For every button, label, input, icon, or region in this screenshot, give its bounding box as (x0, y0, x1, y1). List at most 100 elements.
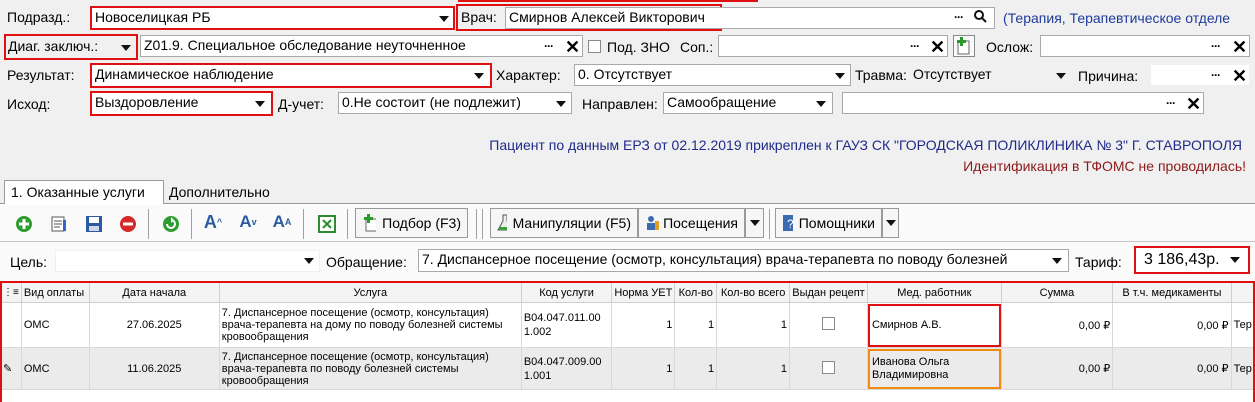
manipulyacii-button[interactable]: Манипуляции (F5) (490, 208, 638, 238)
travma-dropdown-arrow[interactable] (1056, 73, 1066, 79)
oslozh-clear-button[interactable]: ✕ (1232, 38, 1247, 56)
cel-dropdown-arrow[interactable] (304, 258, 314, 264)
recept-checkbox[interactable] (821, 360, 835, 374)
refresh-icon[interactable] (161, 214, 181, 234)
vrach-more-button[interactable]: ··· (954, 10, 964, 24)
tab-additional-label: Дополнительно (169, 184, 270, 200)
column-header[interactable]: Услуга (218, 282, 522, 303)
column-header[interactable]: Мед. работник (866, 282, 1002, 303)
cell-kod: B04.047.009.001.001 (520, 347, 613, 390)
column-header[interactable]: Сумма (1000, 282, 1114, 303)
cell-usluga: 7. Диспансерное посещение (осмотр, консу… (218, 302, 522, 348)
column-header[interactable]: В т.ч. медикаменты (1112, 282, 1232, 303)
cel-label: Цель: (10, 254, 48, 270)
font-reset-icon[interactable]: AA (272, 212, 292, 232)
column-header[interactable]: Кол-во всего (716, 282, 790, 303)
rezult-value: Динамическое наблюдение (95, 66, 274, 82)
tab-additional[interactable]: Дополнительно (163, 181, 276, 205)
add-sop-icon[interactable] (953, 35, 975, 57)
travma-select[interactable]: Отсутствует (911, 64, 1073, 86)
cell-date: 11.06.2025 (88, 347, 220, 390)
grid-header: ⋮≡ Вид оплаты Дата начала Услуга Код усл… (0, 282, 1255, 303)
vrach-field[interactable]: Смирнов Алексей Викторович (505, 7, 995, 29)
column-header[interactable]: Кол-во (674, 282, 718, 303)
recept-checkbox[interactable] (821, 317, 835, 330)
services-panel-border (0, 241, 1255, 242)
save-icon[interactable] (84, 214, 104, 234)
column-header[interactable]: Вид оплаты (20, 282, 90, 303)
napravlen-dropdown-arrow[interactable] (816, 101, 826, 107)
napravlen-select[interactable]: Самообращение (663, 92, 833, 114)
diag-more-button[interactable]: ··· (544, 39, 554, 53)
ishod-select[interactable]: Выздоровление (90, 91, 273, 116)
poseshcheniya-dropdown-button[interactable] (745, 208, 764, 238)
med-worker-highlight: Смирнов А.В. (868, 303, 1001, 347)
ducheat-label: Д-учет: (278, 96, 325, 112)
diag-field[interactable]: Z01.9. Специальное обследование неуточне… (140, 35, 583, 57)
harakter-dropdown-arrow[interactable] (835, 73, 845, 79)
font-increase-icon[interactable]: A ^ (203, 212, 223, 232)
ducheat-select[interactable]: 0.Не состоит (не подлежит) (338, 92, 572, 114)
cell-vid-oplaty: ОМС (20, 347, 90, 390)
rezult-dropdown-arrow[interactable] (474, 73, 484, 79)
delete-icon[interactable] (118, 214, 138, 234)
oslozh-more-button[interactable]: ··· (1211, 39, 1221, 53)
podrazd-select[interactable]: Новоселицкая РБ (90, 6, 455, 30)
column-menu-icon[interactable]: ⋮≡ (0, 282, 22, 303)
diag-clear-button[interactable]: ✕ (565, 38, 580, 56)
cell-med-worker[interactable]: Смирнов А.В. (866, 302, 1002, 348)
obrashchenie-select[interactable]: 7. Диспансерное посещение (осмотр, консу… (418, 249, 1069, 272)
column-header[interactable]: Дата начала (88, 282, 220, 303)
tab-provided-services[interactable]: 1. Оказанные услуги (4, 180, 164, 204)
svg-text:?: ? (787, 217, 793, 231)
ishod-dropdown-arrow[interactable] (255, 101, 265, 107)
vrach-search-icon[interactable] (973, 9, 987, 26)
cell-medikamenty: 0,00 ₽ (1112, 302, 1232, 348)
ducheat-dropdown-arrow[interactable] (556, 101, 566, 107)
table-row[interactable]: ✎ ОМС 11.06.2025 7. Диспансерное посещен… (0, 347, 1255, 390)
pomoshchniki-dropdown-button[interactable] (882, 208, 899, 238)
edit-document-icon[interactable] (49, 214, 69, 234)
med-worker-name: Иванова Ольга Владимировна (871, 355, 950, 381)
column-header[interactable] (1230, 282, 1255, 303)
prichina-more-button[interactable]: ··· (1211, 68, 1221, 82)
column-header[interactable]: Выдан рецепт (789, 282, 868, 303)
pomoshchniki-button[interactable]: ? Помощники (775, 208, 882, 238)
zno-checkbox[interactable] (588, 40, 601, 53)
podrazd-dropdown-arrow[interactable] (439, 16, 449, 22)
diag-value: Z01.9. Специальное обследование неуточне… (144, 37, 466, 53)
table-row[interactable]: ОМС 27.06.2025 7. Диспансерное посещение… (0, 302, 1255, 348)
toolbar-separator (476, 209, 477, 239)
tfoms-identification-info: Идентификация в ТФОМС не проводилась! (963, 158, 1246, 174)
travma-label: Травма: (855, 67, 907, 83)
cell-recept (789, 302, 868, 348)
visits-icon (647, 216, 660, 230)
manipulyacii-label: Манипуляции (F5) (512, 215, 631, 231)
napravlen-org-field[interactable] (842, 92, 1204, 114)
cell-summa: 0,00 ₽ (1000, 347, 1114, 390)
obrashchenie-dropdown-arrow[interactable] (1052, 258, 1062, 264)
napravlen-org-clear-button[interactable]: ✕ (1186, 95, 1201, 113)
cell-med-worker[interactable]: Иванова Ольга Владимировна (866, 347, 1002, 390)
add-icon[interactable] (14, 214, 34, 234)
cel-select[interactable] (55, 250, 320, 272)
column-header[interactable]: Норма УЕТ (611, 282, 676, 303)
podbor-icon (364, 214, 377, 232)
poseshcheniya-button[interactable]: Посещения (638, 208, 745, 238)
tarif-dropdown-arrow[interactable] (1230, 257, 1240, 263)
rezult-select[interactable]: Динамическое наблюдение (90, 63, 492, 88)
cell-kod: B04.047.011.001.002 (520, 302, 613, 348)
sop-clear-button[interactable]: ✕ (930, 38, 945, 56)
cell-vid-oplaty: ОМС (20, 302, 90, 348)
ducheat-value: 0.Не состоит (не подлежит) (342, 94, 521, 110)
podbor-button[interactable]: Подбор (F3) (355, 208, 468, 238)
toolbar-separator (482, 209, 483, 239)
napravlen-org-more-button[interactable]: ··· (1166, 96, 1176, 110)
sop-more-button[interactable]: ··· (910, 39, 920, 53)
diag-type-dropdown-arrow[interactable] (121, 45, 131, 51)
font-decrease-icon[interactable]: Av (238, 212, 258, 232)
harakter-select[interactable]: 0. Отсутствует (574, 64, 851, 86)
column-header[interactable]: Код услуги (520, 282, 613, 303)
excel-export-icon[interactable] (317, 214, 337, 234)
prichina-clear-button[interactable]: ✕ (1232, 67, 1247, 85)
